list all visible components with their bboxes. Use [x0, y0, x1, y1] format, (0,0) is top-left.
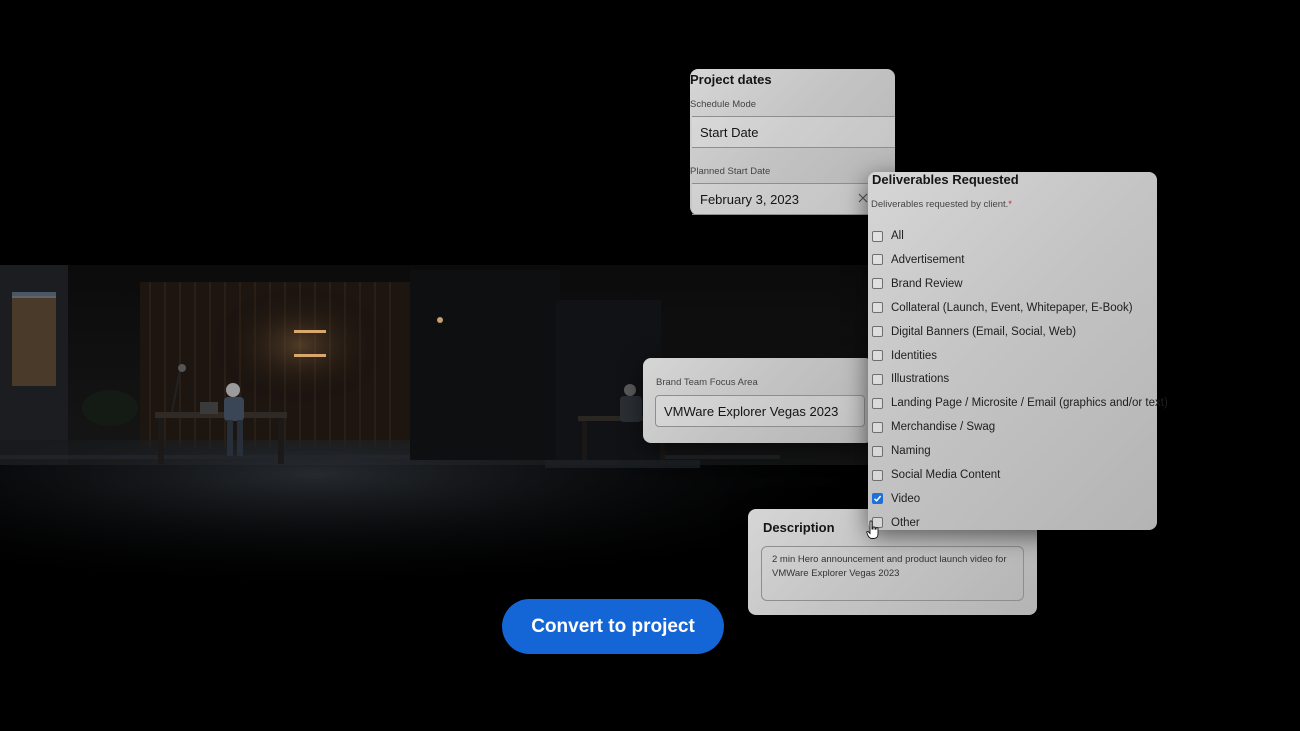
deliverables-subtitle-text: Deliverables requested by client. — [871, 199, 1009, 210]
brand-team-focus-label: Brand Team Focus Area — [656, 377, 758, 388]
deliverable-option-label: Illustrations — [891, 373, 950, 386]
required-marker: * — [1008, 199, 1012, 210]
brand-team-focus-panel: Brand Team Focus Area VMWare Explorer Ve… — [643, 358, 873, 443]
deliverables-panel: Deliverables Requested Deliverables requ… — [868, 172, 1168, 530]
convert-to-project-button[interactable]: Convert to project — [502, 599, 724, 654]
checkbox[interactable] — [872, 373, 883, 385]
description-title: Description — [763, 520, 835, 535]
description-textarea[interactable]: 2 min Hero announcement and product laun… — [761, 546, 1024, 601]
planned-start-date-label: Planned Start Date — [690, 166, 771, 177]
checkbox[interactable] — [872, 469, 883, 481]
deliverable-option-label: Collateral (Launch, Event, Whitepaper, E… — [891, 301, 1133, 314]
checkbox[interactable] — [872, 421, 883, 433]
checkbox[interactable] — [872, 278, 883, 290]
deliverable-option[interactable]: Video — [872, 491, 920, 507]
brand-team-focus-value: VMWare Explorer Vegas 2023 — [664, 403, 839, 419]
checkbox[interactable] — [872, 397, 883, 409]
deliverable-option-label: Other — [891, 516, 920, 529]
checkbox[interactable] — [872, 326, 883, 338]
deliverable-option-label: Video — [891, 492, 921, 505]
deliverable-option-label: Merchandise / Swag — [891, 421, 996, 434]
schedule-mode-label: Schedule Mode — [690, 99, 757, 110]
checkbox-checked[interactable] — [872, 493, 883, 505]
checkbox[interactable] — [872, 302, 883, 314]
deliverables-subtitle: Deliverables requested by client.* — [871, 199, 1012, 210]
deliverable-option-label: Social Media Content — [891, 469, 1001, 481]
deliverable-option[interactable]: Collateral (Launch, Event, Whitepaper, E… — [872, 300, 1133, 316]
deliverable-option-label: Digital Banners (Email, Social, Web) — [891, 325, 1077, 338]
deliverable-option[interactable]: Illustrations — [872, 371, 949, 387]
deliverable-option[interactable]: Social Media Content — [872, 467, 1000, 483]
deliverable-option[interactable]: Digital Banners (Email, Social, Web) — [872, 324, 1076, 340]
deliverable-option[interactable]: Naming — [872, 443, 931, 459]
planned-start-date-field[interactable]: February 3, 2023 — [692, 183, 895, 215]
deliverable-option-label: Naming — [891, 445, 931, 458]
checkbox[interactable] — [872, 254, 883, 266]
planned-start-date-value: February 3, 2023 — [700, 191, 800, 207]
checkmark-icon — [873, 495, 882, 503]
deliverable-option[interactable]: Advertisement — [872, 252, 965, 268]
deliverable-option-label: All — [891, 230, 904, 242]
deliverable-option[interactable]: Landing Page / Microsite / Email (graphi… — [872, 395, 1168, 411]
schedule-mode-value: Start Date — [700, 124, 759, 140]
hand-pointer-icon — [866, 520, 880, 545]
deliverable-option-label: Advertisement — [891, 253, 965, 266]
deliverables-title: Deliverables Requested — [872, 172, 1019, 187]
checkbox[interactable] — [872, 445, 883, 457]
checkbox[interactable] — [872, 350, 883, 361]
deliverable-option[interactable]: All — [872, 228, 904, 244]
deliverable-option[interactable]: Identities — [872, 348, 937, 364]
deliverable-option-label: Brand Review — [891, 277, 963, 290]
deliverable-option[interactable]: Brand Review — [872, 276, 963, 292]
project-dates-panel: Project dates Schedule Mode Start Date P… — [690, 69, 895, 215]
schedule-mode-field[interactable]: Start Date — [692, 116, 895, 148]
checkbox[interactable] — [872, 230, 883, 242]
deliverable-option[interactable]: Merchandise / Swag — [872, 419, 995, 435]
project-dates-title: Project dates — [690, 72, 772, 87]
brand-team-focus-field[interactable]: VMWare Explorer Vegas 2023 — [655, 395, 865, 427]
deliverable-option-label: Landing Page / Microsite / Email (graphi… — [891, 397, 1168, 410]
deliverable-option-label: Identities — [891, 349, 938, 362]
